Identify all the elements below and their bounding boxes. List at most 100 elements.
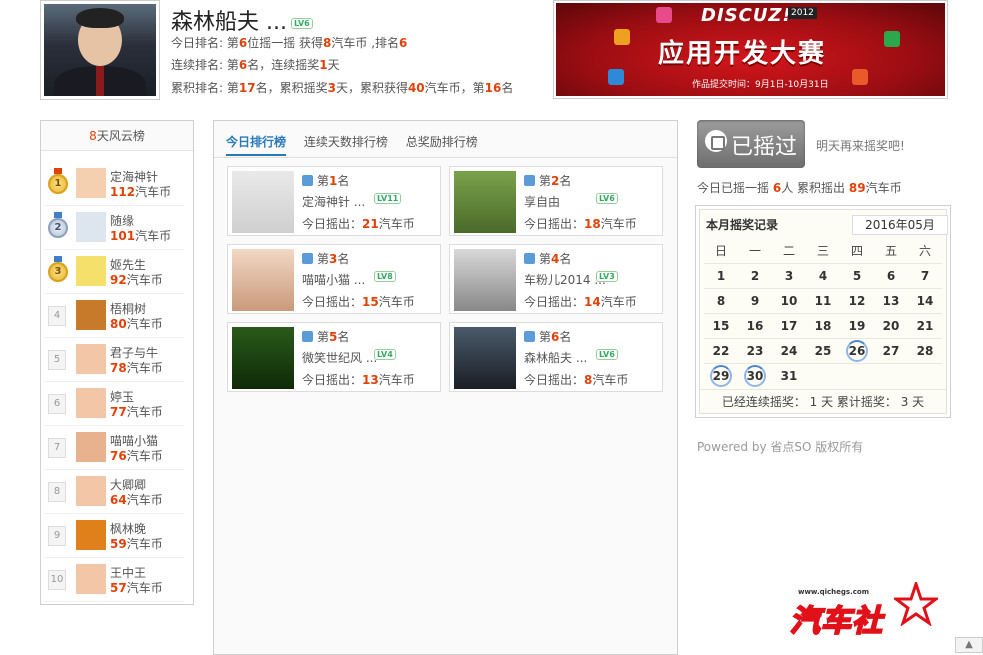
rank-number: 10 xyxy=(48,568,68,590)
week-list-item[interactable]: 3 姬先生 92汽车币 xyxy=(44,250,184,294)
week-list-item[interactable]: 2 随缘 101汽车币 xyxy=(44,206,184,250)
card-user-name[interactable]: 喵喵小猫 ... xyxy=(302,271,365,288)
user-avatar[interactable] xyxy=(76,432,106,462)
banner-subtitle: 作品提交时间：9月1日-10月31日 xyxy=(692,80,829,90)
card-today-coins: 今日摇出：8汽车币 xyxy=(524,373,629,387)
card-today-coins: 今日摇出：15汽车币 xyxy=(302,295,415,309)
banner-year: 2012 xyxy=(788,7,817,19)
gift-icon xyxy=(705,130,727,152)
medal-icon: 2 xyxy=(48,212,68,238)
calendar-grid: 日一二三四五六 1 2 3 4 5 6 7 8 9 10 11 12 13 14 15 16 17 18 19 20 21… xyxy=(704,239,942,388)
shake-mark-icon: 30 xyxy=(744,364,766,387)
today-summary: 今日已摇一摇 6人 累积摇出 89汽车币 xyxy=(697,181,902,195)
calendar-day: 16 xyxy=(738,312,772,338)
calendar-day: 9 xyxy=(738,287,772,313)
user-coins: 57汽车币 xyxy=(110,581,163,595)
rank-card[interactable]: 第4名 车粉儿2014 ... 今日摇出：14汽车币 LV3 xyxy=(449,244,663,314)
calendar-day: 27 xyxy=(874,337,908,363)
rank-card[interactable]: 第3名 喵喵小猫 ... 今日摇出：15汽车币 LV8 xyxy=(227,244,441,314)
user-coins: 64汽车币 xyxy=(110,493,163,507)
calendar-day: 21 xyxy=(908,312,942,338)
app-icon xyxy=(656,7,672,23)
week-list-item[interactable]: 10 王中王 57汽车币 xyxy=(44,558,184,602)
user-avatar[interactable] xyxy=(76,520,106,550)
rank-card[interactable]: 第5名 微笑世纪风 ... 今日摇出：13汽车币 LV4 xyxy=(227,322,441,392)
week-leaderboard-title: 8天风云榜 xyxy=(41,121,193,151)
calendar-day: 15 xyxy=(704,312,738,338)
user-avatar[interactable] xyxy=(76,212,106,242)
calendar-day: 1 xyxy=(704,262,738,288)
level-badge-icon: LV3 xyxy=(596,271,618,282)
calendar-day: 25 xyxy=(806,337,840,363)
today-rank-line: 今日排名: 第6位摇一摇 获得8汽车币 ,排名6 xyxy=(171,36,408,50)
card-user-name[interactable]: 定海神针 ... xyxy=(302,193,365,210)
rank-card[interactable]: 第2名 享自由 今日摇出：18汽车币 LV6 xyxy=(449,166,663,236)
card-today-coins: 今日摇出：21汽车币 xyxy=(302,217,415,231)
user-avatar[interactable] xyxy=(76,476,106,506)
week-list-item[interactable]: 4 梧桐树 80汽车币 xyxy=(44,294,184,338)
user-photo[interactable] xyxy=(454,327,516,389)
calendar-day: 31 xyxy=(772,362,806,388)
user-photo[interactable] xyxy=(454,249,516,311)
user-avatar[interactable] xyxy=(76,564,106,594)
calendar-day: 10 xyxy=(772,287,806,313)
card-user-name[interactable]: 微笑世纪风 ... xyxy=(302,349,377,366)
card-rank: 第5名 xyxy=(302,328,349,345)
shake-calendar: 本月摇奖记录 2016年05月 日一二三四五六 1 2 3 4 5 6 7 8 9 10 11 12 13… xyxy=(695,205,951,418)
calendar-day: 29 xyxy=(704,362,738,388)
calendar-day: 24 xyxy=(772,337,806,363)
user-coins: 59汽车币 xyxy=(110,537,163,551)
rank-card[interactable]: 第1名 定海神针 ... 今日摇出：21汽车币 LV11 xyxy=(227,166,441,236)
card-user-name[interactable]: 森林船夫 ... xyxy=(524,349,587,366)
week-list-item[interactable]: 8 大卿卿 64汽车币 xyxy=(44,470,184,514)
user-photo[interactable] xyxy=(232,327,294,389)
rank-flag-icon xyxy=(302,175,313,186)
user-avatar[interactable] xyxy=(76,388,106,418)
shake-mark-icon: 29 xyxy=(710,364,732,387)
user-avatar[interactable] xyxy=(76,344,106,374)
week-list-item[interactable]: 9 枫林晚 59汽车币 xyxy=(44,514,184,558)
contest-banner[interactable]: DISCUZ! 2012 应用开发大赛 作品提交时间：9月1日-10月31日 xyxy=(553,0,948,99)
ranking-tabs: 今日排行榜 连续天数排行榜 总奖励排行榜 xyxy=(226,133,492,156)
rank-number: 6 xyxy=(48,392,68,414)
calendar-day: 28 xyxy=(908,337,942,363)
card-rank: 第1名 xyxy=(302,172,349,189)
user-coins: 77汽车币 xyxy=(110,405,163,419)
user-photo[interactable] xyxy=(232,171,294,233)
card-user-name[interactable]: 车粉儿2014 ... xyxy=(524,271,606,288)
calendar-empty xyxy=(908,362,942,388)
user-avatar[interactable] xyxy=(76,256,106,286)
tab-total[interactable]: 总奖励排行榜 xyxy=(406,133,478,154)
user-coins: 76汽车币 xyxy=(110,449,163,463)
mail-icon xyxy=(614,29,630,45)
lock-icon xyxy=(852,69,868,85)
level-badge-icon: LV6 xyxy=(596,349,618,360)
rank-card[interactable]: 第6名 森林船夫 ... 今日摇出：8汽车币 LV6 xyxy=(449,322,663,392)
calendar-month-select[interactable]: 2016年05月 xyxy=(852,215,948,235)
shake-button[interactable]: 已摇过 xyxy=(697,120,805,168)
profile-name[interactable]: 森林船夫 ... LV6 xyxy=(171,4,313,36)
calendar-day: 6 xyxy=(874,262,908,288)
calendar-empty xyxy=(840,362,874,388)
week-list-item[interactable]: 5 君子与牛 78汽车币 xyxy=(44,338,184,382)
user-photo[interactable] xyxy=(454,171,516,233)
calendar-day: 7 xyxy=(908,262,942,288)
user-photo[interactable] xyxy=(232,249,294,311)
tab-streak[interactable]: 连续天数排行榜 xyxy=(304,133,388,154)
card-today-coins: 今日摇出：13汽车币 xyxy=(302,373,415,387)
total-rank-line: 累积排名: 第17名，累积摇奖3天，累积获得40汽车币，第16名 xyxy=(171,81,514,95)
rank-number: 4 xyxy=(48,304,68,326)
week-list-item[interactable]: 7 喵喵小猫 76汽车币 xyxy=(44,426,184,470)
weekday-label: 三 xyxy=(816,244,829,259)
user-avatar[interactable] xyxy=(76,300,106,330)
week-list-item[interactable]: 6 婷玉 77汽车币 xyxy=(44,382,184,426)
card-user-name[interactable]: 享自由 xyxy=(524,193,560,210)
user-coins: 78汽车币 xyxy=(110,361,163,375)
profile-avatar[interactable] xyxy=(40,0,160,100)
calendar-day: 20 xyxy=(874,312,908,338)
watermark-text: 汽车社 xyxy=(789,603,883,640)
tab-today[interactable]: 今日排行榜 xyxy=(226,133,287,156)
week-list-item[interactable]: 1 定海神针 112汽车币 xyxy=(44,162,184,206)
calendar-day: 5 xyxy=(840,262,874,288)
user-avatar[interactable] xyxy=(76,168,106,198)
